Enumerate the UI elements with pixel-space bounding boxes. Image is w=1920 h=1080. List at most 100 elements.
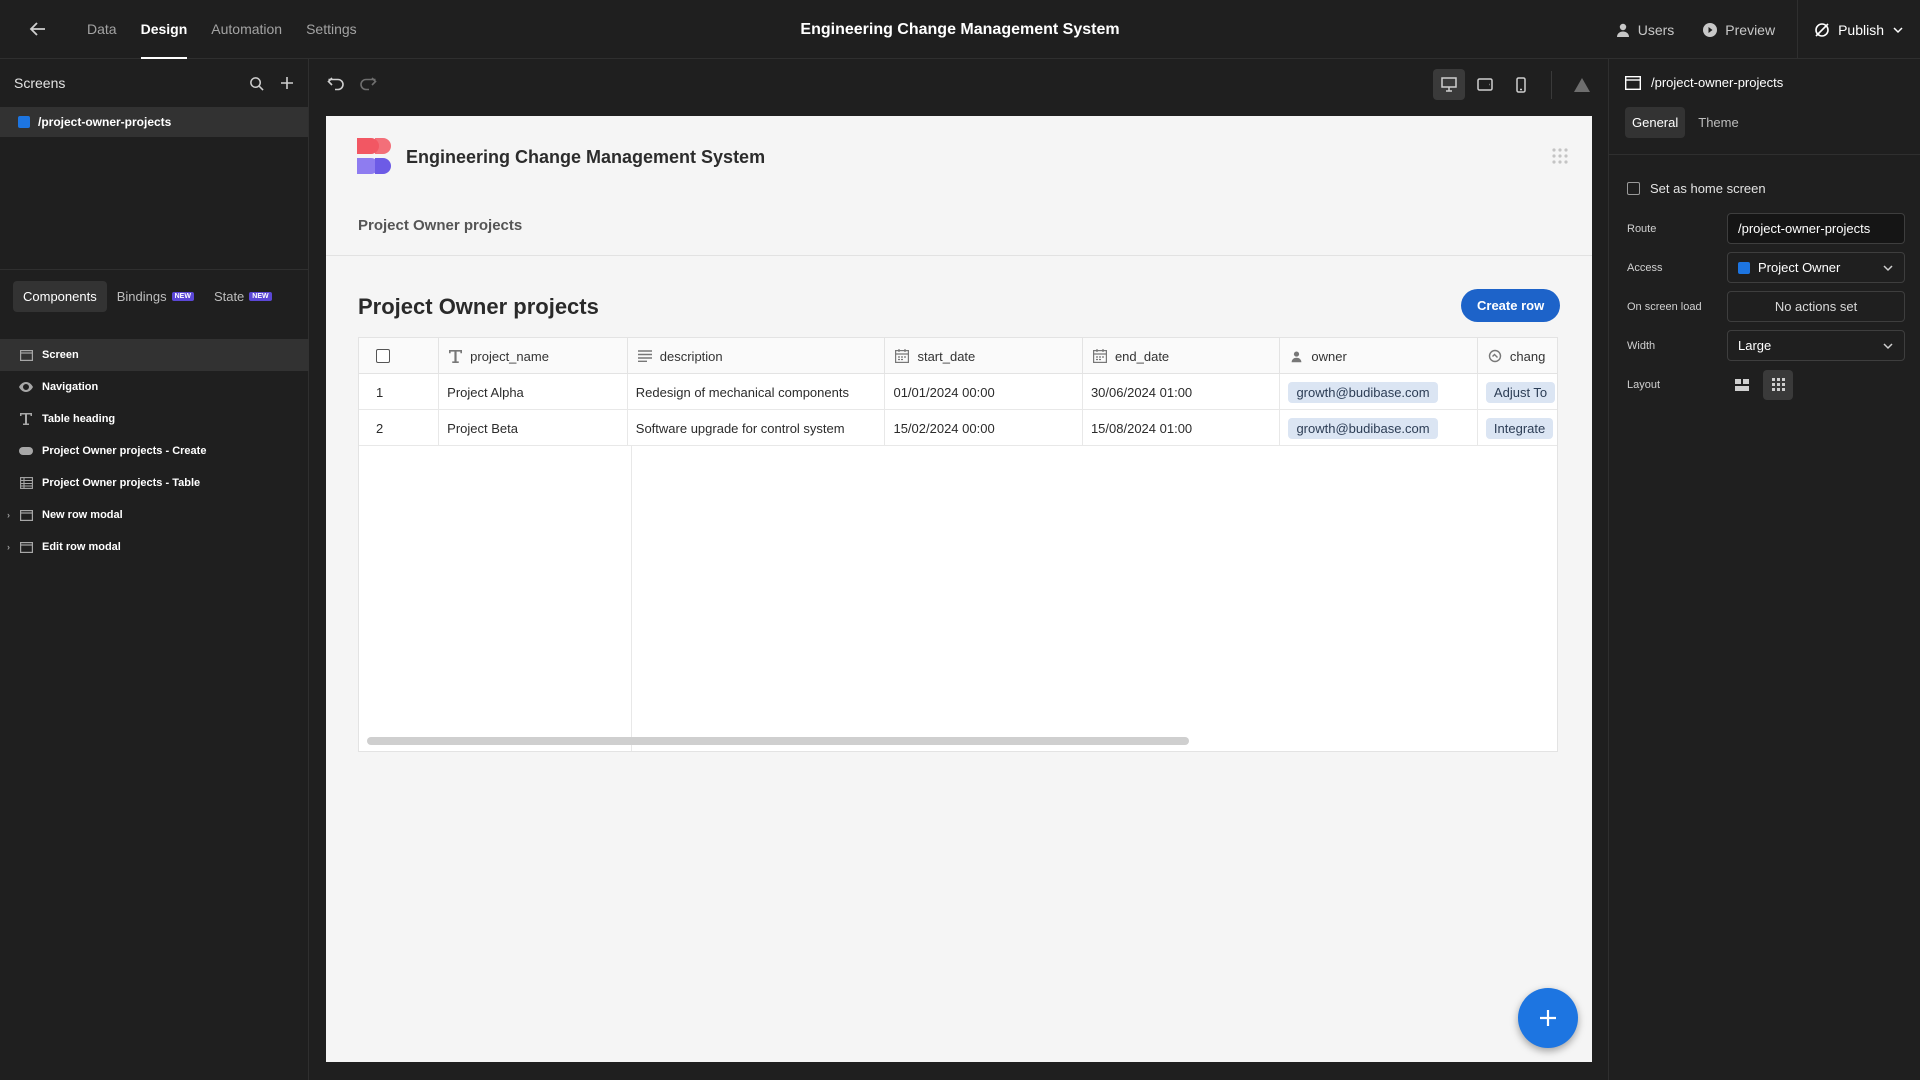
tab-state[interactable]: State NEW	[204, 281, 282, 312]
cell-project-name: Project Beta	[439, 410, 628, 446]
column-header-owner[interactable]: owner	[1280, 338, 1478, 374]
plus-icon	[1540, 1010, 1556, 1026]
onload-property: On screen load No actions set	[1627, 291, 1905, 322]
undo-icon[interactable]	[327, 75, 345, 94]
tree-item-screen[interactable]: Screen	[0, 339, 309, 371]
tree-item-new-row-modal[interactable]: › New row modal	[0, 499, 309, 531]
chevron-down-icon	[1883, 265, 1893, 272]
table-row[interactable]: 2 Project Beta Software upgrade for cont…	[359, 410, 1557, 446]
tree-item-label: Project Owner projects - Table	[42, 477, 201, 489]
cell-description: Redesign of mechanical components	[628, 374, 886, 410]
select-all-cell	[359, 338, 440, 374]
width-property: Width Large	[1627, 330, 1905, 361]
owner-pill: growth@budibase.com	[1288, 381, 1438, 403]
tab-components[interactable]: Components	[13, 281, 107, 312]
nav-tab-design[interactable]: Design	[129, 0, 200, 59]
add-screen-icon[interactable]	[280, 76, 294, 91]
column-header-end-date[interactable]: end_date	[1083, 338, 1281, 374]
home-screen-checkbox[interactable]	[1627, 182, 1640, 195]
app-nav-link[interactable]: Project Owner projects	[358, 217, 522, 234]
table-icon	[19, 477, 33, 489]
relation-pill: Adjust To	[1485, 381, 1556, 403]
add-component-button[interactable]	[1518, 988, 1578, 1048]
column-header-description[interactable]: description	[628, 338, 886, 374]
chevron-down-icon	[1883, 343, 1893, 350]
right-panel: /project-owner-projects General Theme Se…	[1608, 59, 1920, 1080]
user-icon	[1292, 350, 1302, 362]
nav-tab-data[interactable]: Data	[75, 0, 129, 59]
screen-route-label: /project-owner-projects	[38, 115, 172, 129]
onload-label: On screen load	[1627, 300, 1702, 313]
column-label: owner	[1311, 348, 1347, 364]
preview-label: Preview	[1725, 21, 1776, 38]
link-icon	[1488, 349, 1502, 363]
cell-chang: Adjust To	[1478, 374, 1557, 410]
route-label: Route	[1627, 222, 1657, 235]
layout-label: Layout	[1627, 378, 1661, 391]
screen-color-icon	[18, 116, 30, 128]
tree-item-edit-row-modal[interactable]: › Edit row modal	[0, 531, 309, 563]
tree-item-table-heading[interactable]: Table heading	[0, 403, 309, 435]
layout-grid-icon[interactable]	[1763, 369, 1793, 400]
layout-flex-icon[interactable]	[1727, 370, 1757, 400]
column-label: chang	[1509, 348, 1546, 364]
tree-item-table[interactable]: Project Owner projects - Table	[0, 467, 309, 499]
data-table: project_name description start_date end_…	[358, 337, 1558, 752]
screens-title: Screens	[14, 75, 66, 91]
access-select[interactable]: Project Owner	[1727, 252, 1905, 283]
back-arrow-icon[interactable]	[28, 19, 50, 41]
tab-general[interactable]: General	[1625, 107, 1686, 138]
route-input[interactable]: /project-owner-projects	[1727, 213, 1905, 244]
device-toggle	[1433, 69, 1598, 100]
table-row[interactable]: 1 Project Alpha Redesign of mechanical c…	[359, 374, 1557, 410]
select-all-checkbox[interactable]	[376, 349, 390, 363]
screen-list-item[interactable]: /project-owner-projects	[0, 107, 308, 137]
desktop-icon[interactable]	[1433, 69, 1465, 100]
create-row-button[interactable]: Create row	[1461, 289, 1561, 322]
text-type-icon	[449, 349, 463, 363]
warning-icon[interactable]	[1566, 69, 1598, 100]
preview-button[interactable]: Preview	[1688, 22, 1789, 38]
column-header-chang[interactable]: chang	[1478, 338, 1557, 374]
tab-bindings[interactable]: Bindings NEW	[107, 281, 204, 312]
column-header-start-date[interactable]: start_date	[885, 338, 1083, 374]
tree-item-navigation[interactable]: Navigation	[0, 371, 309, 403]
long-text-icon	[637, 350, 652, 362]
tree-item-label: Edit row modal	[42, 541, 121, 553]
tree-item-label: Screen	[42, 349, 79, 361]
cell-description: Software upgrade for control system	[628, 410, 886, 446]
new-badge: NEW	[171, 292, 194, 301]
nav-tab-automation[interactable]: Automation	[199, 0, 294, 59]
nav-tab-settings[interactable]: Settings	[294, 0, 369, 59]
users-button[interactable]: Users	[1601, 22, 1689, 38]
caret-right-icon[interactable]: ›	[7, 542, 10, 552]
app-header: Engineering Change Management System Pro…	[326, 116, 1592, 256]
tab-theme[interactable]: Theme	[1691, 107, 1745, 138]
toolbar-separator	[1551, 70, 1552, 99]
user-icon	[1616, 23, 1629, 37]
tree-item-create-button[interactable]: Project Owner projects - Create	[0, 435, 309, 467]
width-select[interactable]: Large	[1727, 330, 1905, 361]
screen-route-title: /project-owner-projects	[1651, 75, 1784, 90]
caret-right-icon[interactable]: ›	[7, 510, 10, 520]
layout-property: Layout	[1627, 369, 1905, 400]
app-name: Engineering Change Management System	[406, 147, 766, 167]
layout-options	[1727, 369, 1793, 400]
route-property: Route /project-owner-projects	[1627, 213, 1905, 244]
grid-dots-icon[interactable]	[1552, 148, 1568, 167]
tablet-icon[interactable]	[1469, 69, 1501, 100]
relation-pill: Integrate	[1485, 417, 1554, 439]
row-index: 1	[359, 374, 440, 410]
horizontal-scrollbar[interactable]	[367, 737, 1189, 745]
redo-icon[interactable]	[359, 75, 377, 94]
publish-button[interactable]: Publish	[1797, 0, 1920, 59]
mobile-icon[interactable]	[1505, 69, 1537, 100]
owner-pill: growth@budibase.com	[1288, 417, 1438, 439]
cell-end-date: 30/06/2024 01:00	[1083, 374, 1281, 410]
column-header-project-name[interactable]: project_name	[439, 338, 628, 374]
search-icon[interactable]	[249, 76, 264, 91]
home-screen-toggle[interactable]: Set as home screen	[1627, 181, 1766, 196]
access-label: Access	[1627, 261, 1663, 274]
onload-actions-button[interactable]: No actions set	[1727, 291, 1905, 322]
play-icon	[1703, 22, 1718, 37]
